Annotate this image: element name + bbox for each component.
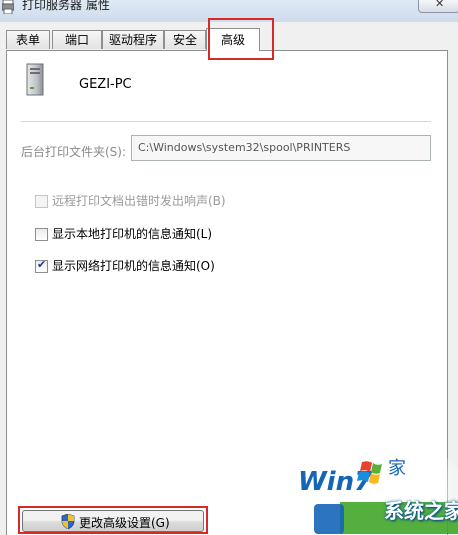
tab-label: 端口: [64, 33, 89, 47]
divider: [21, 121, 431, 123]
window-title: 打印服务器 属性: [22, 0, 110, 12]
printer-icon: [2, 0, 14, 14]
server-name: GEZI-PC: [79, 77, 132, 92]
computer-tower-icon: [26, 63, 44, 96]
checkbox-box[interactable]: [35, 228, 48, 241]
close-icon: ✕: [435, 0, 445, 10]
tab-forms[interactable]: 表单: [6, 30, 50, 49]
svg-text:家: 家: [388, 458, 406, 479]
tab-label: 驱动程序: [108, 33, 157, 47]
spool-folder-input[interactable]: C:\Windows\system32\spool\PRINTERS: [131, 135, 431, 161]
tab-security[interactable]: 安全: [164, 30, 206, 49]
checkbox-label: 远程打印文档出错时发出响声(B): [52, 194, 226, 208]
checkbox-label: 显示网络打印机的信息通知(O): [52, 259, 215, 273]
checkbox-label: 显示本地打印机的信息通知(L): [52, 227, 213, 241]
tab-label: 安全: [172, 33, 197, 47]
tab-label: 表单: [15, 33, 40, 47]
checkmark-icon: ✔: [37, 258, 47, 271]
checkbox-box[interactable]: [35, 195, 48, 208]
tab-ports[interactable]: 端口: [52, 30, 102, 49]
close-button[interactable]: ✕: [418, 0, 458, 13]
tab-highlight-box: [208, 18, 274, 60]
watermark-text: 系统之家: [384, 499, 458, 523]
tab-drivers[interactable]: 驱动程序: [102, 30, 164, 49]
button-highlight-box: [18, 506, 208, 534]
checkbox-box[interactable]: ✔: [35, 258, 48, 273]
spool-folder-label: 后台打印文件夹(S):: [21, 145, 127, 159]
